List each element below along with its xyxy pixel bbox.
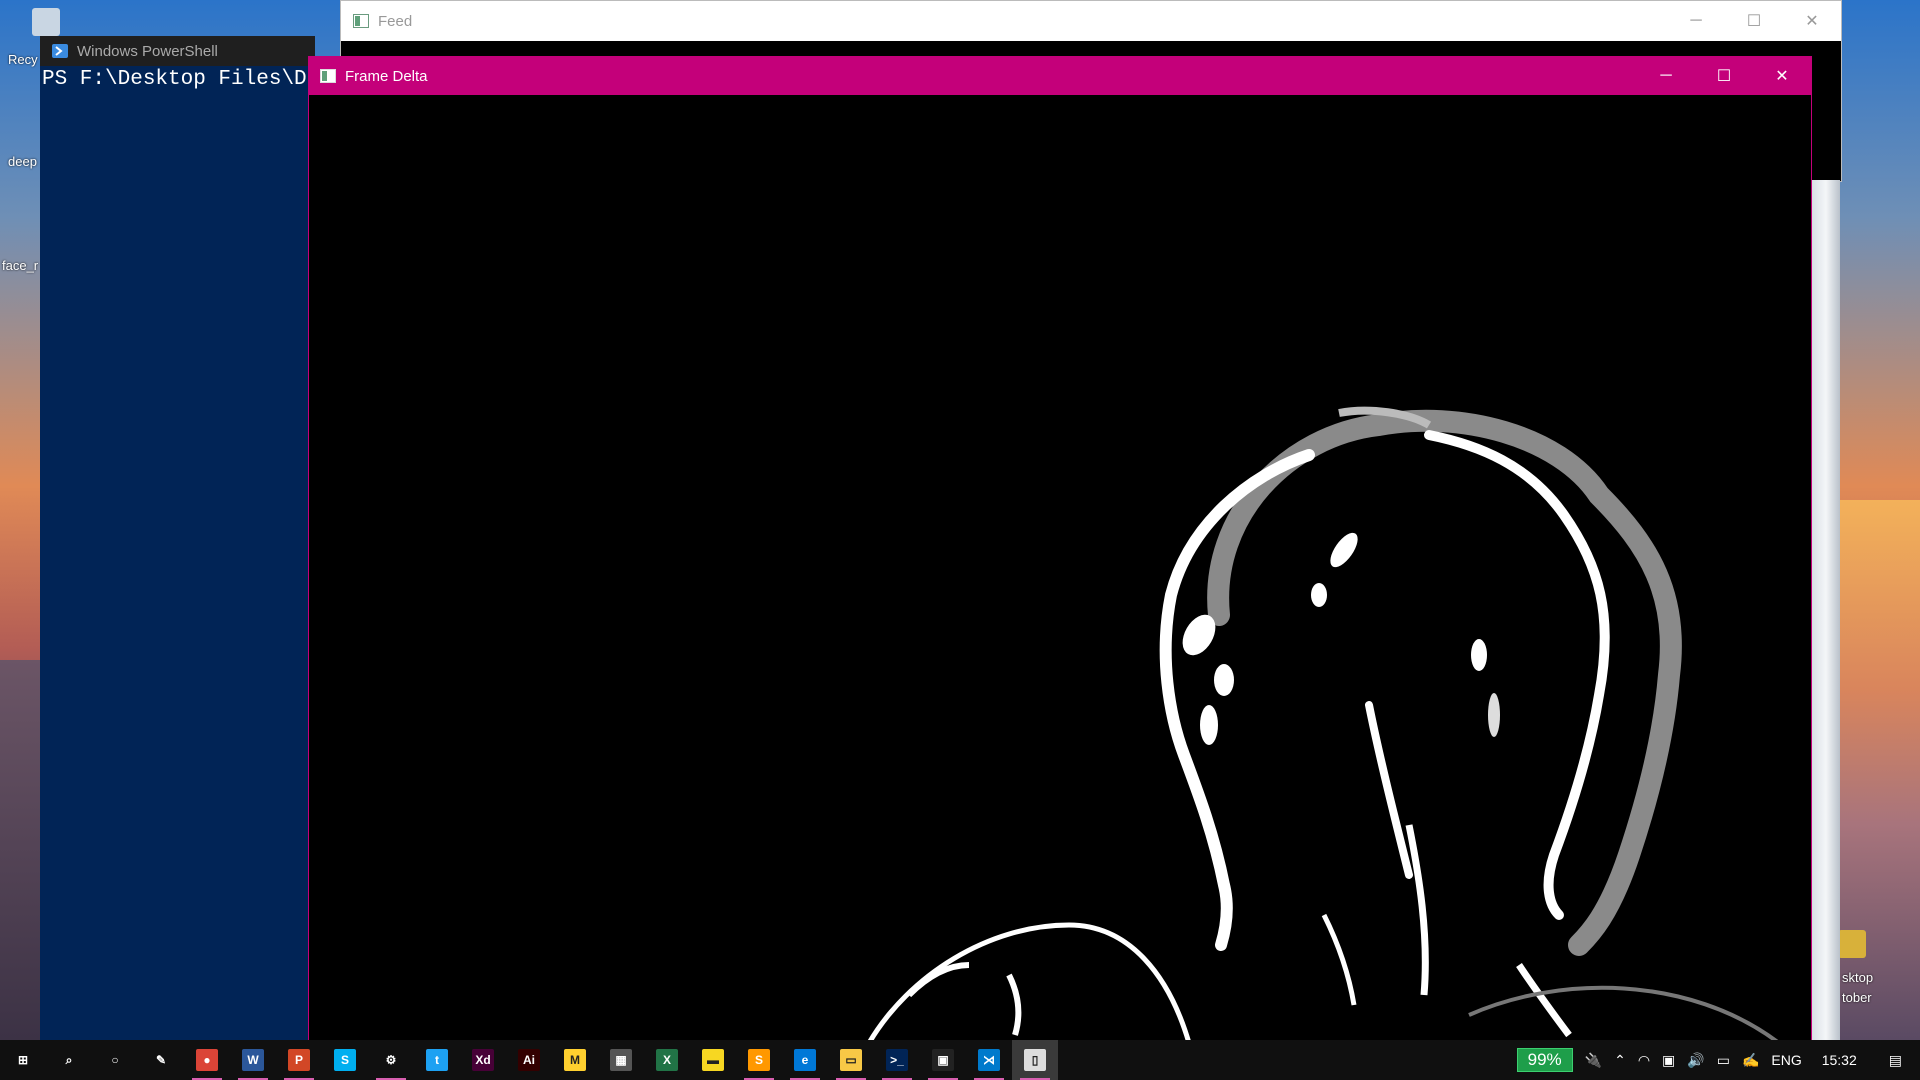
taskbar-file-explorer-button[interactable]: ▭ bbox=[828, 1040, 874, 1080]
powershell-icon bbox=[52, 43, 68, 59]
folder-icon[interactable] bbox=[1838, 930, 1866, 958]
taskbar-powershell-button[interactable]: >_ bbox=[874, 1040, 920, 1080]
taskbar-excel-button[interactable]: X bbox=[644, 1040, 690, 1080]
chrome-icon: ● bbox=[196, 1049, 218, 1071]
folder-icon: ▭ bbox=[840, 1049, 862, 1071]
taskbar-settings-button[interactable]: ⚙ bbox=[368, 1040, 414, 1080]
taskbar-calculator-button[interactable]: ▦ bbox=[598, 1040, 644, 1080]
language-indicator[interactable]: ENG bbox=[1765, 1052, 1807, 1068]
taskbar-twitter-button[interactable]: t bbox=[414, 1040, 460, 1080]
battery-icon[interactable]: ▭ bbox=[1711, 1052, 1736, 1069]
twitter-icon: t bbox=[426, 1049, 448, 1071]
sublime-icon: S bbox=[748, 1049, 770, 1071]
desktop-icon-label-face[interactable]: face_r bbox=[2, 258, 38, 273]
window-app-icon bbox=[353, 13, 369, 29]
desktop-wallpaper-right bbox=[1840, 500, 1920, 1040]
excel-icon: X bbox=[656, 1049, 678, 1071]
close-button[interactable]: ✕ bbox=[1753, 57, 1811, 95]
taskbar-edge-button[interactable]: e bbox=[782, 1040, 828, 1080]
feed-titlebar[interactable]: Feed ─ ☐ ✕ bbox=[341, 1, 1841, 41]
powerpoint-icon: P bbox=[288, 1049, 310, 1071]
taskbar-illustrator-button[interactable]: Ai bbox=[506, 1040, 552, 1080]
motion-silhouette bbox=[866, 406, 1781, 1043]
frame-delta-image bbox=[309, 95, 1811, 1043]
chevron-up-icon[interactable]: ⌃ bbox=[1608, 1052, 1632, 1069]
clock[interactable]: 15:32 bbox=[1808, 1052, 1871, 1068]
taskbar-pen-button[interactable]: ✎ bbox=[138, 1040, 184, 1080]
frame-delta-window[interactable]: Frame Delta ─ ☐ ✕ bbox=[308, 56, 1812, 1044]
minimize-button[interactable]: ─ bbox=[1667, 1, 1725, 41]
taskbar-chrome-button[interactable]: ● bbox=[184, 1040, 230, 1080]
desktop-icon-label-desktop[interactable]: sktop bbox=[1842, 970, 1873, 985]
pen-workspace-icon[interactable]: ✍ bbox=[1736, 1052, 1765, 1069]
pen-icon: ✎ bbox=[150, 1049, 172, 1071]
calculator-icon: ▦ bbox=[610, 1049, 632, 1071]
frame-delta-title: Frame Delta bbox=[345, 67, 428, 85]
skype-icon: S bbox=[334, 1049, 356, 1071]
maximize-button[interactable]: ☐ bbox=[1695, 57, 1753, 95]
miro-icon: M bbox=[564, 1049, 586, 1071]
console-output[interactable]: PS F:\Desktop Files\Dra bbox=[42, 68, 312, 91]
taskbar-miro-button[interactable]: M bbox=[552, 1040, 598, 1080]
window-app-icon bbox=[320, 68, 336, 84]
desktop-icon-label-recycle[interactable]: Recy bbox=[8, 52, 38, 67]
taskbar-sticky-notes-button[interactable]: ▬ bbox=[690, 1040, 736, 1080]
taskbar: ⊞ ⌕ ○ ✎ ● W P S ⚙ t Xd Ai M ▦ X ▬ Se ▭ >_ ▣ ⋊ ▯ 99% 🔌 ⌃ ◠ ▣ 🔊… bbox=[0, 1040, 1920, 1080]
desktop-icon-label-october[interactable]: tober bbox=[1842, 990, 1872, 1005]
taskbar-skype-button[interactable]: S bbox=[322, 1040, 368, 1080]
taskbar-document-button[interactable]: ▯ bbox=[1012, 1040, 1058, 1080]
battery-percent[interactable]: 99% bbox=[1516, 1048, 1573, 1072]
taskbar-word-button[interactable]: W bbox=[230, 1040, 276, 1080]
vscode-icon: ⋊ bbox=[978, 1049, 1000, 1071]
windows-icon: ⊞ bbox=[12, 1049, 34, 1071]
wifi-icon[interactable]: ◠ bbox=[1632, 1052, 1656, 1069]
powershell-window[interactable]: Windows PowerShell PS F:\Desktop Files\D… bbox=[40, 36, 315, 1044]
powershell-icon: >_ bbox=[886, 1049, 908, 1071]
taskbar-apps: ⊞ ⌕ ○ ✎ ● W P S ⚙ t Xd Ai M ▦ X ▬ Se ▭ >_ ▣ ⋊ ▯ bbox=[0, 1040, 1058, 1080]
edge-icon: e bbox=[794, 1049, 816, 1071]
volume-icon[interactable]: 🔊 bbox=[1681, 1052, 1710, 1069]
feed-title: Feed bbox=[378, 12, 413, 30]
frame-delta-titlebar[interactable]: Frame Delta ─ ☐ ✕ bbox=[309, 57, 1811, 95]
network-icon[interactable]: ▣ bbox=[1656, 1052, 1681, 1069]
minimize-button[interactable]: ─ bbox=[1637, 57, 1695, 95]
illustrator-icon: Ai bbox=[518, 1049, 540, 1071]
close-button[interactable]: ✕ bbox=[1783, 1, 1841, 41]
taskbar-search-button[interactable]: ⌕ bbox=[46, 1040, 92, 1080]
taskbar-adobe-xd-button[interactable]: Xd bbox=[460, 1040, 506, 1080]
recycle-bin-icon[interactable] bbox=[32, 8, 60, 36]
taskbar-powerpoint-button[interactable]: P bbox=[276, 1040, 322, 1080]
feed-video-sliver bbox=[1812, 180, 1840, 1044]
taskbar-terminal-button[interactable]: ▣ bbox=[920, 1040, 966, 1080]
terminal-icon: ▣ bbox=[932, 1049, 954, 1071]
search-icon: ⌕ bbox=[58, 1049, 80, 1071]
taskbar-cortana-button[interactable]: ○ bbox=[92, 1040, 138, 1080]
taskbar-vscode-button[interactable]: ⋊ bbox=[966, 1040, 1012, 1080]
xd-icon: Xd bbox=[472, 1049, 494, 1071]
document-icon: ▯ bbox=[1024, 1049, 1046, 1071]
taskbar-sublime-button[interactable]: S bbox=[736, 1040, 782, 1080]
desktop-icon-label-deep[interactable]: deep bbox=[8, 154, 37, 169]
powershell-titlebar[interactable]: Windows PowerShell bbox=[40, 36, 315, 66]
action-center-icon[interactable]: ▤ bbox=[1871, 1052, 1920, 1069]
powershell-title: Windows PowerShell bbox=[77, 42, 218, 60]
gear-icon: ⚙ bbox=[380, 1049, 402, 1071]
word-icon: W bbox=[242, 1049, 264, 1071]
sticky-notes-icon: ▬ bbox=[702, 1049, 724, 1071]
cortana-icon: ○ bbox=[104, 1049, 126, 1071]
power-plug-icon[interactable]: 🔌 bbox=[1579, 1052, 1608, 1069]
maximize-button[interactable]: ☐ bbox=[1725, 1, 1783, 41]
taskbar-start-button[interactable]: ⊞ bbox=[0, 1040, 46, 1080]
system-tray: 99% 🔌 ⌃ ◠ ▣ 🔊 ▭ ✍ ENG 15:32 ▤ bbox=[1511, 1040, 1920, 1080]
